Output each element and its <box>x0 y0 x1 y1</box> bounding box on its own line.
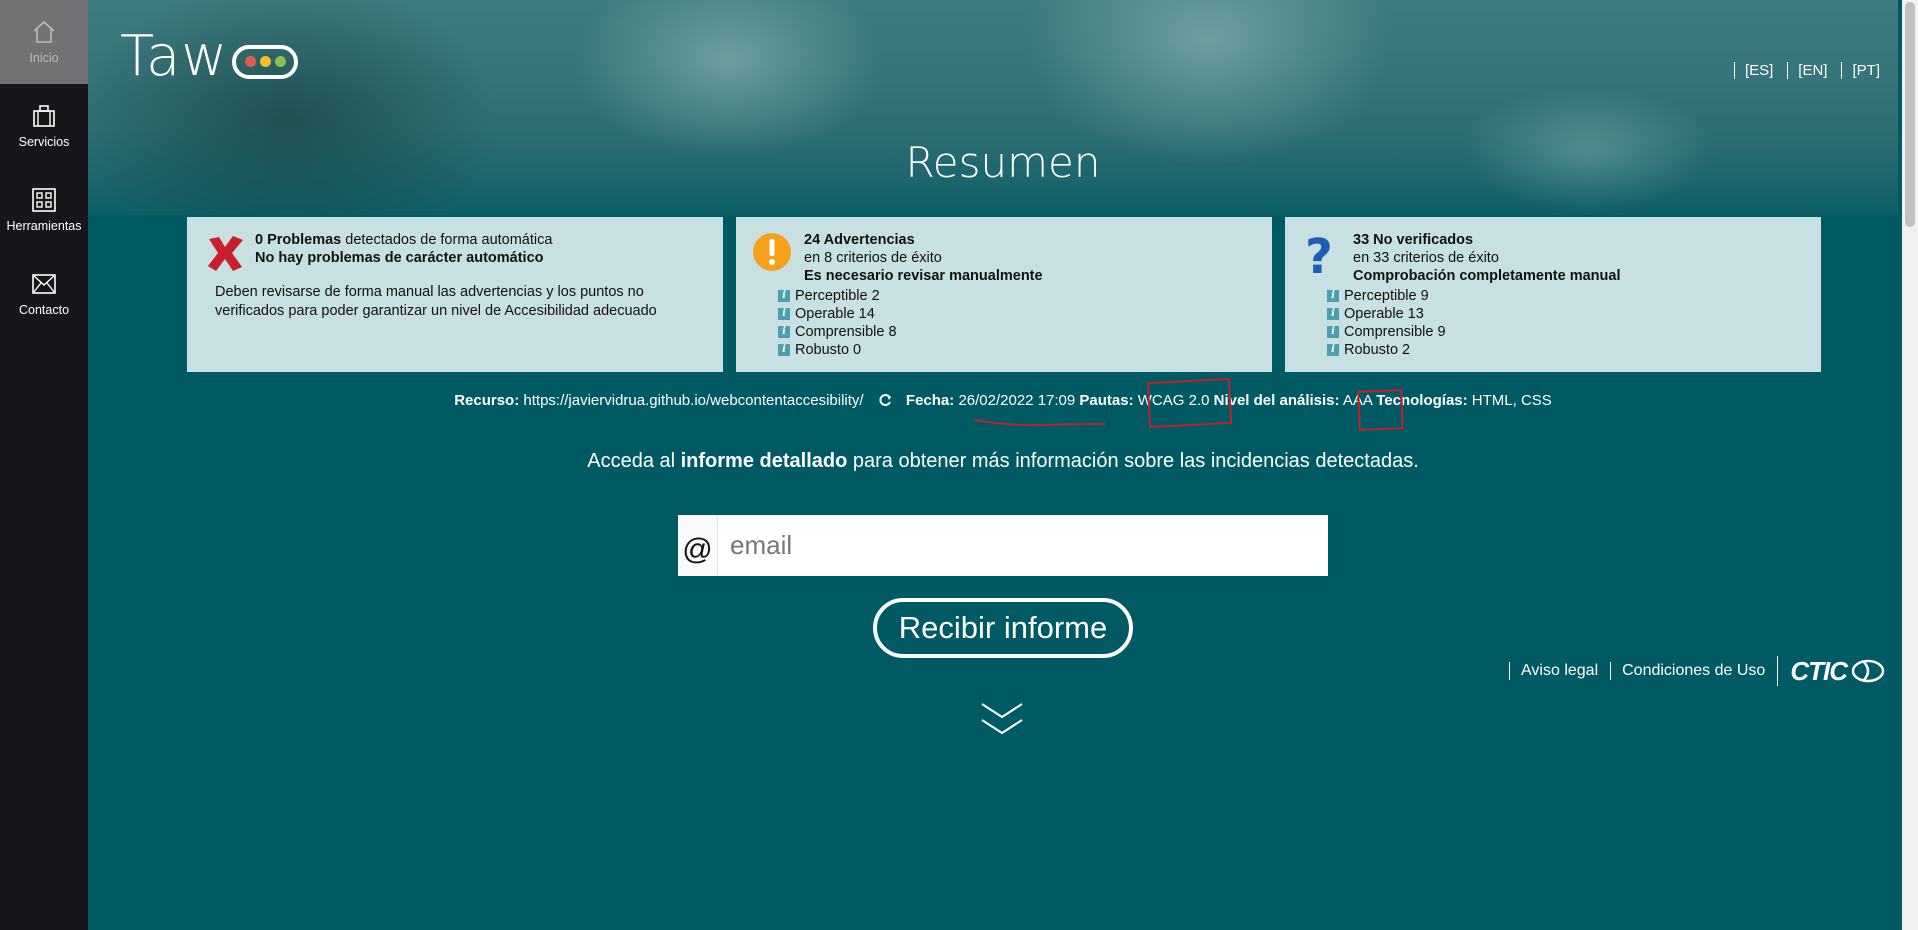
sidebar-item-herramientas[interactable]: Herramientas <box>0 168 88 252</box>
grid-icon <box>32 188 56 212</box>
warnings-perceptible[interactable]: i Perceptible 2 <box>778 287 1256 305</box>
problems-card: 0 Problemas detectados de forma automáti… <box>187 217 723 372</box>
refresh-icon[interactable] <box>878 392 892 409</box>
sidebar-item-label: Servicios <box>18 135 70 149</box>
page-scrollbar[interactable] <box>1902 0 1918 930</box>
terms-of-use-link[interactable]: Condiciones de Uso <box>1610 662 1777 680</box>
detailed-report-text: informe detallado <box>680 450 848 472</box>
logo-text: Taw <box>120 24 229 89</box>
technologies-label: Tecnologías: <box>1376 392 1468 409</box>
guidelines-label: Pautas: <box>1079 392 1134 409</box>
info-icon: i <box>778 290 790 302</box>
briefcase-icon <box>33 105 55 127</box>
info-icon: i <box>778 344 790 356</box>
analysis-metadata: Recurso: https://javiervidrua.github.io/… <box>88 392 1918 409</box>
page-title: Resumen <box>905 138 1101 187</box>
receive-report-button[interactable]: Recibir informe <box>873 598 1133 658</box>
sidebar-item-inicio[interactable]: Inicio <box>0 0 88 84</box>
sidebar: Inicio Servicios Herramientas Contacto <box>0 0 88 930</box>
unverified-note: Comprobación completamente manual <box>1353 268 1621 284</box>
warnings-card: 24 Advertencias en 8 criterios de éxito … <box>736 217 1272 372</box>
unverified-criteria: en 33 criterios de éxito <box>1353 250 1499 266</box>
footer-links: Aviso legal Condiciones de Uso CTIC <box>1509 656 1886 686</box>
unverified-robusto[interactable]: i Robusto 2 <box>1327 341 1805 359</box>
email-field-group: @ <box>678 515 1328 576</box>
ctic-logo[interactable]: CTIC <box>1777 656 1886 686</box>
warning-icon <box>752 231 804 285</box>
warnings-operable[interactable]: i Operable 14 <box>778 305 1256 323</box>
sidebar-item-servicios[interactable]: Servicios <box>0 84 88 168</box>
date-label: Fecha: <box>905 392 955 409</box>
warnings-criteria: en 8 criterios de éxito <box>804 250 942 266</box>
warnings-comprensible[interactable]: i Comprensible 8 <box>778 323 1256 341</box>
info-icon: i <box>778 326 790 338</box>
warnings-note: Es necesario revisar manualmente <box>804 268 1043 284</box>
error-x-icon <box>203 231 255 279</box>
problems-description: Deben revisarse de forma manual las adve… <box>215 284 657 319</box>
traffic-light-icon <box>232 44 299 79</box>
info-icon: i <box>778 308 790 320</box>
level-value: AAA <box>1342 392 1373 409</box>
warnings-robusto[interactable]: i Robusto 0 <box>778 341 1256 359</box>
resource-link[interactable]: https://javiervidrua.github.io/webconten… <box>523 392 863 409</box>
lang-en-link[interactable]: [EN] <box>1787 62 1827 79</box>
technologies-value: HTML, CSS <box>1471 392 1552 409</box>
mail-icon <box>32 274 56 294</box>
sidebar-item-label: Inicio <box>29 51 59 65</box>
problems-summary: No hay problemas de carácter automático <box>255 250 544 266</box>
ctic-swirl-icon <box>1851 659 1885 683</box>
sidebar-item-label: Contacto <box>18 303 70 317</box>
info-icon: i <box>1327 326 1339 338</box>
ctic-brand: CTIC <box>1790 655 1848 686</box>
lang-es-link[interactable]: [ES] <box>1733 62 1773 79</box>
guidelines-value: WCAG 2.0 <box>1137 392 1210 409</box>
unverified-operable[interactable]: i Operable 13 <box>1327 305 1805 323</box>
level-label: Nivel del análisis: <box>1213 392 1340 409</box>
lang-pt-link[interactable]: [PT] <box>1841 62 1880 79</box>
scroll-down-chevron-icon[interactable] <box>980 700 1024 740</box>
warnings-title: 24 Advertencias <box>804 232 915 248</box>
resource-label: Recurso: <box>454 392 520 409</box>
report-cta: Acceda al informe detallado para obtener… <box>587 450 1419 472</box>
scrollbar-thumb[interactable] <box>1905 2 1915 227</box>
unverified-card: ? 33 No verificados en 33 criterios de é… <box>1285 217 1821 372</box>
unverified-title: 33 No verificados <box>1353 232 1474 248</box>
problems-count: 0 Problemas <box>255 232 342 248</box>
info-icon: i <box>1327 344 1339 356</box>
date-value: 26/02/2022 17:09 <box>958 392 1076 409</box>
info-icon: i <box>1327 308 1339 320</box>
language-switcher: [ES] [EN] [PT] <box>1733 62 1880 79</box>
question-icon: ? <box>1301 229 1353 285</box>
at-icon: @ <box>678 515 718 576</box>
unverified-comprensible[interactable]: i Comprensible 9 <box>1327 323 1805 341</box>
email-input[interactable] <box>718 515 1328 576</box>
sidebar-item-contacto[interactable]: Contacto <box>0 252 88 336</box>
unverified-perceptible[interactable]: i Perceptible 9 <box>1327 287 1805 305</box>
info-icon: i <box>1327 290 1339 302</box>
problems-text: detectados de forma automática <box>341 232 553 248</box>
taw-logo[interactable]: Taw <box>120 24 299 89</box>
legal-notice-link[interactable]: Aviso legal <box>1509 662 1610 680</box>
svg-text:?: ? <box>1305 231 1333 277</box>
home-icon <box>33 20 55 43</box>
sidebar-item-label: Herramientas <box>6 219 82 233</box>
